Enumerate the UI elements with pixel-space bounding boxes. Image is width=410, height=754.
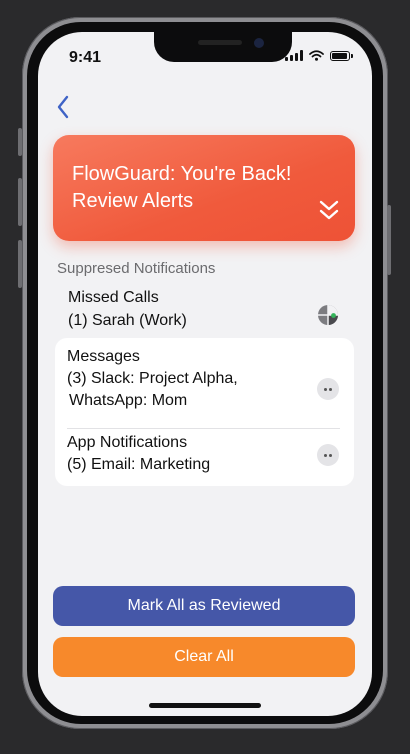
home-indicator[interactable]	[149, 703, 261, 708]
messages-more-icon[interactable]	[317, 378, 339, 400]
side-button-volume-up	[18, 178, 22, 226]
side-button-volume-down	[18, 240, 22, 288]
back-button[interactable]	[54, 94, 72, 120]
messages-detail-line1: (3) Slack: Project Alpha,	[67, 370, 238, 387]
missed-calls-item[interactable]: Missed Calls (1) Sarah (Work)	[54, 284, 354, 336]
app-notifications-title: App Notifications	[67, 434, 188, 451]
status-time: 9:41	[69, 49, 102, 66]
app-notifications-more-icon[interactable]	[317, 444, 339, 466]
notifications-card: Messages (3) Slack: Project Alpha, Whats…	[55, 338, 354, 486]
return-review-banner[interactable]: FlowGuard: You're Back! Review Alerts	[53, 135, 355, 241]
app-notifications-item[interactable]: App Notifications (5) Email: Marketing	[67, 432, 342, 478]
messages-item[interactable]: Messages (3) Slack: Project Alpha, Whats…	[67, 346, 342, 422]
notch	[154, 32, 292, 62]
wifi-icon	[309, 50, 324, 61]
chevron-left-icon	[57, 95, 69, 119]
app-screen: 9:41 FlowGuard: You're Back! Review Aler…	[38, 32, 372, 716]
side-button-mute	[18, 128, 22, 156]
section-label: Suppresed Notifications	[57, 260, 216, 277]
mark-all-reviewed-button[interactable]: Mark All as Reviewed	[53, 586, 355, 626]
status-icons	[285, 50, 353, 61]
banner-title: FlowGuard: You're Back! Review Alerts	[72, 163, 292, 212]
app-notifications-detail: (5) Email: Marketing	[67, 456, 211, 473]
chevron-double-down-icon	[319, 200, 339, 220]
missed-calls-detail: (1) Sarah (Work)	[68, 312, 187, 329]
signal-icon	[285, 50, 303, 61]
front-camera	[254, 38, 264, 48]
clear-all-button[interactable]: Clear All	[53, 637, 355, 677]
speaker-grille	[198, 40, 242, 45]
messages-title: Messages	[67, 348, 140, 365]
battery-icon	[330, 50, 353, 61]
messages-detail-line2: WhatsApp: Mom	[69, 392, 188, 409]
missed-calls-title: Missed Calls	[68, 289, 159, 306]
row-divider	[67, 428, 340, 429]
pie-chart-icon[interactable]	[317, 304, 339, 326]
side-button-power	[387, 205, 391, 275]
